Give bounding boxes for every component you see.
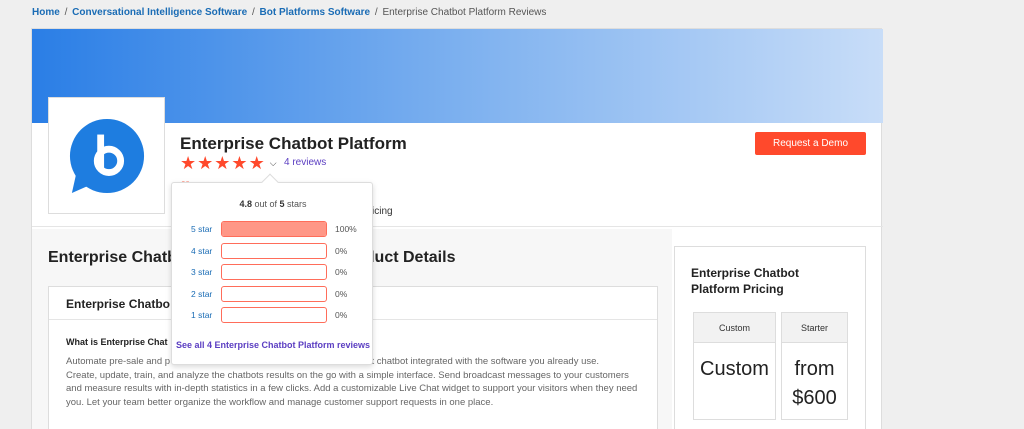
rating-row-percent: 0% (335, 267, 348, 277)
reviews-link[interactable]: 4 reviews (284, 157, 326, 168)
star-icon: ★ (197, 153, 214, 173)
rating-bar (221, 243, 327, 259)
rating-row-label[interactable]: 1 star (191, 310, 212, 320)
breadcrumb-separator: / (251, 7, 255, 18)
rating-row-label[interactable]: 5 star (191, 224, 212, 234)
pricing-title: Enterprise Chatbot Platform Pricing (691, 266, 800, 296)
rating-row[interactable]: 1 star 0% (172, 307, 374, 323)
divider (32, 226, 883, 227)
star-icon: ★ (214, 153, 231, 173)
pricing-plan-custom[interactable]: Custom Custom (693, 312, 776, 420)
star-icon: ★ (231, 153, 248, 173)
pricing-card: Enterprise Chatbot Platform Pricing Cust… (674, 246, 866, 429)
star-icon: ★ (248, 153, 265, 173)
request-demo-button[interactable]: Request a Demo (755, 132, 866, 155)
rating-summary: 4.8 out of 5 stars (172, 199, 374, 209)
description-text: Create, update, train, and analyze the c… (66, 369, 638, 408)
rating-row-label[interactable]: 3 star (191, 267, 212, 277)
description-title: Enterprise Chatbo (66, 297, 171, 311)
breadcrumb: Home / Conversational Intelligence Softw… (32, 7, 546, 18)
tab-pricing[interactable]: icing (372, 206, 393, 217)
rating-row-label[interactable]: 2 star (191, 289, 212, 299)
rating-bar-fill (222, 222, 326, 236)
plan-name: Custom (694, 313, 775, 343)
rating-bar (221, 221, 327, 237)
product-details-heading: Enterprise Chatb oduct Details (48, 249, 455, 267)
rating-row-percent: 0% (335, 289, 348, 299)
breadcrumb-current: Enterprise Chatbot Platform Reviews (382, 7, 547, 18)
rating-row[interactable]: 3 star 0% (172, 264, 374, 280)
rating-value: 4.8 (239, 199, 252, 209)
rating-row-percent: 100% (335, 224, 357, 234)
breadcrumb-conversational-intelligence[interactable]: Conversational Intelligence Software (72, 7, 247, 18)
rating-out-of: out of (254, 199, 277, 209)
chevron-down-icon[interactable]: ⌵ (270, 158, 277, 169)
rating-row-label[interactable]: 4 star (191, 246, 212, 256)
description-line-end: art chatbot integrated with the software… (363, 356, 600, 367)
pricing-plan-starter[interactable]: Starter from $600 (781, 312, 848, 420)
rating-bar (221, 307, 327, 323)
rating-bar (221, 286, 327, 302)
breadcrumb-bot-platforms[interactable]: Bot Platforms Software (260, 7, 371, 18)
what-is-heading: What is Enterprise Chat (66, 337, 168, 347)
rating-bar (221, 264, 327, 280)
rating-row-percent: 0% (335, 246, 348, 256)
description-line-start: Automate pre-sale and p (66, 356, 171, 367)
product-card: Enterprise Chatbot Platform ★ ★ ★ ★ ★ ⌵ … (31, 28, 883, 429)
see-all-reviews-link[interactable]: See all 4 Enterprise Chatbot Platform re… (172, 340, 374, 351)
rating-row[interactable]: 5 star 100% (172, 221, 374, 237)
star-icon: ★ (180, 153, 197, 173)
plan-name: Starter (782, 313, 847, 343)
rating-stars-word: stars (287, 199, 307, 209)
rating-row-percent: 0% (335, 310, 348, 320)
rating-row[interactable]: 4 star 0% (172, 243, 374, 259)
rating-breakdown-popup: 4.8 out of 5 stars 5 star 100% 4 star 0%… (171, 173, 374, 365)
rating-row[interactable]: 2 star 0% (172, 286, 374, 302)
breadcrumb-separator: / (64, 7, 68, 18)
product-title: Enterprise Chatbot Platform (180, 134, 407, 153)
rating-max: 5 (279, 199, 285, 209)
plan-price: from $600 (792, 358, 837, 409)
plan-price: Custom (700, 358, 769, 380)
breadcrumb-separator: / (374, 7, 378, 18)
logo-b-icon (69, 118, 144, 193)
product-logo (48, 97, 165, 214)
breadcrumb-home[interactable]: Home (32, 7, 60, 18)
heading-start: Enterprise Chatb (48, 249, 177, 266)
star-rating[interactable]: ★ ★ ★ ★ ★ ⌵ (180, 154, 277, 172)
